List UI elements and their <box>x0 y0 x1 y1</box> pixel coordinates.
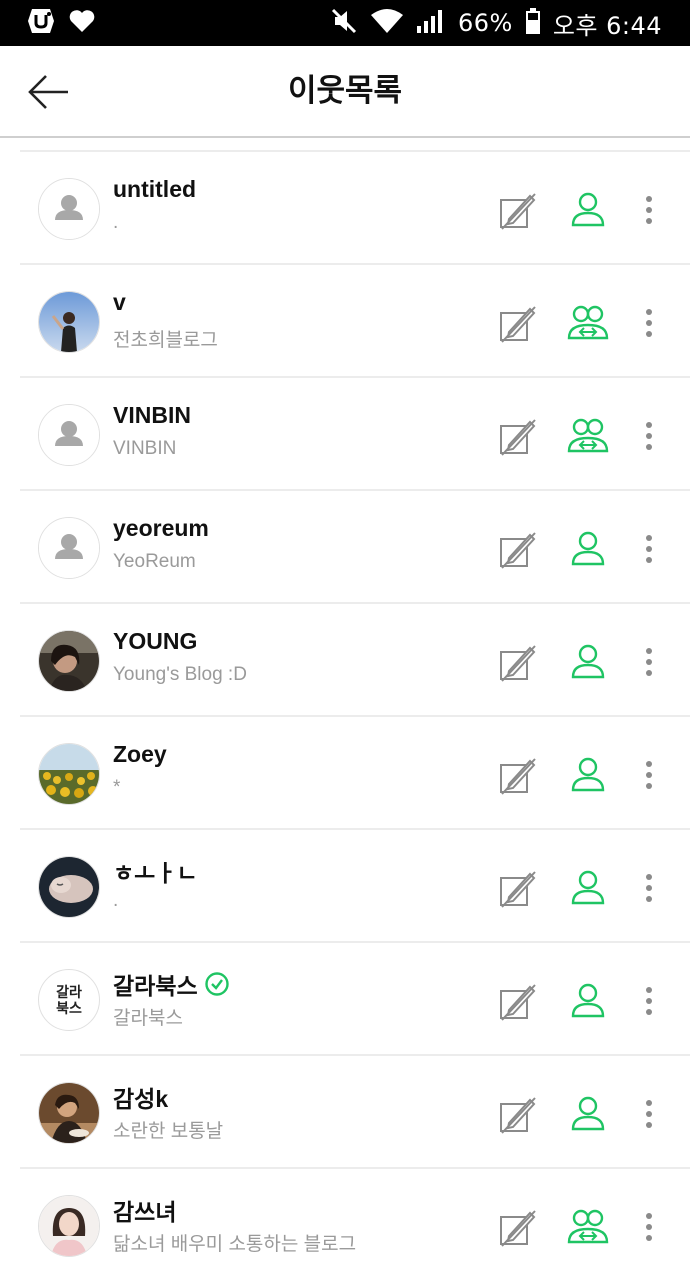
more-vert-icon[interactable] <box>634 303 664 343</box>
mutual-neighbor-icon[interactable] <box>565 1205 611 1249</box>
neighbor-blog-title: VINBIN <box>113 438 177 459</box>
mutual-neighbor-icon[interactable] <box>565 301 611 345</box>
neighbor-name[interactable]: YOUNG <box>113 628 197 655</box>
more-vert-icon[interactable] <box>634 755 664 795</box>
neighbor-blog-title: * <box>113 777 121 798</box>
neighbor-row[interactable]: untitled. <box>0 152 690 265</box>
neighbor-list: untitled. v 전초희블로그 VINBIN VINBIN yeoreum YeoRe… <box>0 150 690 1282</box>
verified-check-icon <box>204 971 230 997</box>
wifi-icon <box>370 8 404 39</box>
neighbor-row[interactable]: v 전초희블로그 <box>0 265 690 378</box>
neighbor-blog-title: YeoReum <box>113 551 196 572</box>
neighbor-name-text: 감쓰녀 <box>113 1199 177 1225</box>
more-vert-icon[interactable] <box>634 529 664 569</box>
neighbor-icon[interactable] <box>565 640 611 684</box>
neighbor-name-text: Zoey <box>113 741 167 767</box>
more-vert-icon[interactable] <box>634 190 664 230</box>
avatar[interactable] <box>38 630 100 692</box>
neighbor-blog-title: . <box>113 212 119 233</box>
neighbor-icon[interactable] <box>565 188 611 232</box>
more-vert-icon[interactable] <box>634 642 664 682</box>
avatar[interactable] <box>38 1195 100 1257</box>
neighbor-row[interactable]: VINBIN VINBIN <box>0 378 690 491</box>
neighbor-blog-title: . <box>113 890 119 911</box>
write-off-icon[interactable] <box>496 642 540 684</box>
write-off-icon[interactable] <box>496 416 540 458</box>
page-title: 이웃목록 <box>287 73 403 109</box>
write-off-icon[interactable] <box>496 1207 540 1249</box>
write-off-icon[interactable] <box>496 868 540 910</box>
avatar[interactable] <box>38 291 100 353</box>
default-avatar-icon[interactable] <box>38 404 100 466</box>
neighbor-name[interactable]: Zoey <box>113 741 167 768</box>
avatar[interactable] <box>38 856 100 918</box>
clock: 오후 6:44 <box>552 11 662 40</box>
neighbor-row[interactable]: Zoey * <box>0 717 690 830</box>
write-off-icon[interactable] <box>496 755 540 797</box>
avatar[interactable]: 갈라북스 <box>38 969 100 1031</box>
neighbor-name[interactable]: 감성k <box>113 1080 168 1114</box>
neighbor-row[interactable]: 갈라북스 갈라북스 갈라북스 <box>0 943 690 1056</box>
neighbor-name-text: ㅎㅗㅏㄴ <box>113 860 198 886</box>
neighbor-icon[interactable] <box>565 1092 611 1136</box>
neighbor-name[interactable]: v <box>113 289 126 316</box>
write-off-icon[interactable] <box>496 1094 540 1136</box>
neighbor-icon[interactable] <box>565 866 611 910</box>
neighbor-name[interactable]: VINBIN <box>113 402 191 429</box>
status-bar: 66% 오후 6:44 <box>0 0 690 46</box>
neighbor-icon[interactable] <box>565 753 611 797</box>
neighbor-name[interactable]: 갈라북스 <box>113 967 230 1001</box>
neighbor-blog-title: 전초희블로그 <box>113 330 218 351</box>
write-off-icon[interactable] <box>496 529 540 571</box>
more-vert-icon[interactable] <box>634 416 664 456</box>
battery-percent: 66% <box>457 9 513 37</box>
neighbor-name[interactable]: 감쓰녀 <box>113 1193 176 1227</box>
carrier-logo-icon <box>26 7 56 40</box>
neighbor-name[interactable]: ㅎㅗㅏㄴ <box>113 854 198 888</box>
signal-icon <box>416 8 446 39</box>
back-arrow-icon <box>28 75 68 109</box>
avatar[interactable] <box>38 1082 100 1144</box>
neighbor-name[interactable]: untitled <box>113 176 196 203</box>
write-off-icon[interactable] <box>496 981 540 1023</box>
write-off-icon[interactable] <box>496 190 540 232</box>
neighbor-name-text: yeoreum <box>113 515 209 541</box>
neighbor-name-text: VINBIN <box>113 402 191 428</box>
neighbor-icon[interactable] <box>565 979 611 1023</box>
neighbor-row[interactable]: ㅎㅗㅏㄴ. <box>0 830 690 943</box>
more-vert-icon[interactable] <box>634 981 664 1021</box>
neighbor-row[interactable]: yeoreum YeoReum <box>0 491 690 604</box>
neighbor-blog-title: 갈라북스 <box>113 1008 183 1029</box>
neighbor-name-text: YOUNG <box>113 628 198 654</box>
avatar[interactable] <box>38 743 100 805</box>
battery-icon <box>525 7 541 40</box>
neighbor-row[interactable]: 감쓰녀닮소녀 배우미 소통하는 블로그 <box>0 1169 690 1282</box>
neighbor-name[interactable]: yeoreum <box>113 515 209 542</box>
default-avatar-icon[interactable] <box>38 517 100 579</box>
neighbor-name-text: 갈라북스 <box>113 973 198 999</box>
neighbor-name-text: v <box>113 289 126 315</box>
avatar-logo-text: 갈라북스 <box>56 984 82 1016</box>
neighbor-name-text: 감성k <box>113 1086 169 1112</box>
default-avatar-icon[interactable] <box>38 178 100 240</box>
heart-icon <box>68 8 96 39</box>
neighbor-row[interactable]: YOUNG Young's Blog :D <box>0 604 690 717</box>
neighbor-blog-title: 닮소녀 배우미 소통하는 블로그 <box>113 1234 357 1255</box>
neighbor-row[interactable]: 감성k 소란한 보통날 <box>0 1056 690 1169</box>
more-vert-icon[interactable] <box>634 868 664 908</box>
more-vert-icon[interactable] <box>634 1207 664 1247</box>
more-vert-icon[interactable] <box>634 1094 664 1134</box>
app-bar: 이웃목록 <box>0 46 690 138</box>
write-off-icon[interactable] <box>496 303 540 345</box>
mute-icon <box>330 7 358 40</box>
neighbor-blog-title: Young's Blog :D <box>113 664 247 685</box>
neighbor-icon[interactable] <box>565 527 611 571</box>
back-button[interactable] <box>22 68 74 116</box>
neighbor-name-text: untitled <box>113 176 197 202</box>
neighbor-blog-title: 소란한 보통날 <box>113 1121 224 1142</box>
mutual-neighbor-icon[interactable] <box>565 414 611 458</box>
